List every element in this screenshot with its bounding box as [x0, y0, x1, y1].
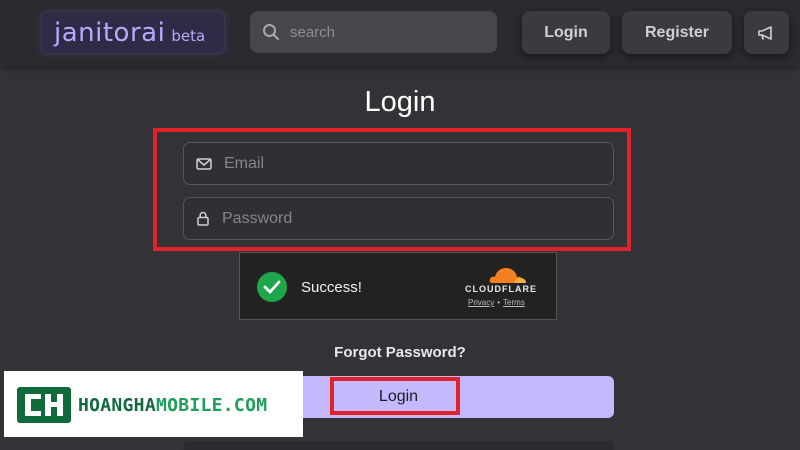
search-box[interactable]: [250, 11, 497, 53]
watermark-banner: HOANGHAMOBILE.COM: [4, 371, 303, 437]
page-title: Login: [364, 86, 436, 118]
cloudflare-links: Privacy • Terms: [468, 298, 525, 307]
watermark-text: HOANGHAMOBILE.COM: [78, 395, 267, 416]
secondary-button-partial[interactable]: [183, 441, 614, 450]
terms-link[interactable]: Terms: [503, 298, 525, 307]
captcha-status-text: Success!: [301, 279, 362, 296]
forgot-password-link[interactable]: Forgot Password?: [0, 344, 800, 361]
watermark-text-part2: MOBILE.COM: [155, 395, 268, 416]
site-logo[interactable]: janitorai beta: [41, 11, 225, 54]
search-input[interactable]: [290, 23, 480, 41]
privacy-link[interactable]: Privacy: [468, 298, 494, 307]
announcements-button[interactable]: [744, 11, 789, 54]
annotation-highlight-fields: [153, 128, 631, 251]
header-register-button[interactable]: Register: [622, 11, 732, 54]
hoangha-logo-icon: [17, 387, 71, 423]
cloudflare-cloud-icon: [489, 268, 526, 283]
logo-beta-badge: beta: [171, 27, 206, 45]
annotation-highlight-login: [330, 377, 460, 415]
links-separator: •: [497, 298, 501, 307]
cloudflare-captcha-widget[interactable]: Success! CLOUDFLARE Privacy • Terms: [239, 252, 557, 320]
megaphone-icon: [757, 25, 772, 40]
top-navbar: janitorai beta Login Register: [0, 0, 800, 66]
cloudflare-wordmark: CLOUDFLARE: [465, 284, 537, 294]
logo-text: janitorai: [54, 18, 166, 48]
header-login-button[interactable]: Login: [522, 11, 610, 54]
success-check-icon: [257, 272, 287, 302]
watermark-text-part1: HOANGHA: [78, 395, 156, 416]
search-icon: [263, 24, 279, 40]
